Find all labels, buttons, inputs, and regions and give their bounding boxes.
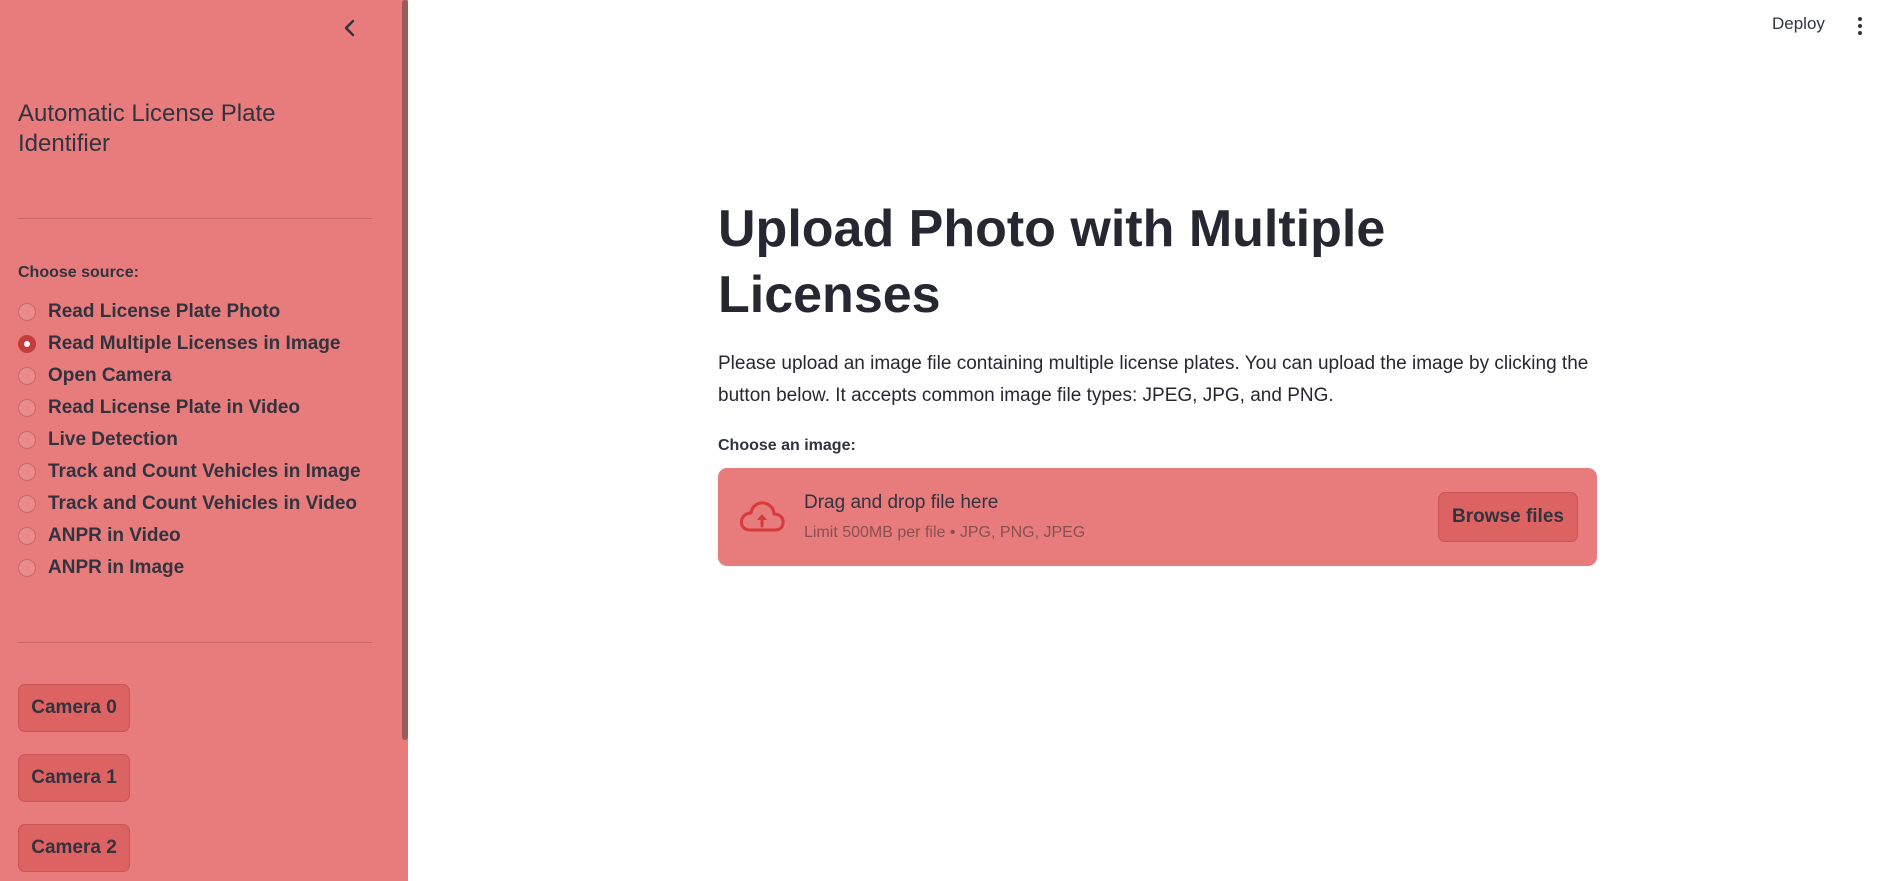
sidebar: Automatic License Plate Identifier Choos… bbox=[0, 0, 408, 881]
camera-0-button[interactable]: Camera 0 bbox=[18, 684, 130, 732]
file-dropzone[interactable]: Drag and drop file here Limit 500MB per … bbox=[718, 468, 1597, 566]
radio-button[interactable] bbox=[18, 527, 36, 545]
app-title: Automatic License Plate Identifier bbox=[18, 100, 276, 157]
source-option-label: Track and Count Vehicles in Video bbox=[48, 493, 358, 514]
source-option-label: Read Multiple Licenses in Image bbox=[48, 333, 341, 354]
camera-1-button[interactable]: Camera 1 bbox=[18, 754, 130, 802]
source-option[interactable]: Read License Plate Photo bbox=[18, 296, 361, 328]
source-option[interactable]: Read Multiple Licenses in Image bbox=[18, 328, 361, 360]
radio-button[interactable] bbox=[18, 431, 36, 449]
collapse-sidebar-button[interactable] bbox=[338, 14, 362, 42]
radio-button[interactable] bbox=[18, 367, 36, 385]
camera-2-button[interactable]: Camera 2 bbox=[18, 824, 130, 872]
radio-button[interactable] bbox=[18, 303, 36, 321]
chevron-left-icon bbox=[344, 19, 355, 37]
source-option-label: Read License Plate in Video bbox=[48, 397, 301, 418]
source-option[interactable]: Track and Count Vehicles in Image bbox=[18, 456, 361, 488]
cloud-upload-icon bbox=[739, 501, 785, 532]
uploader-label: Choose an image: bbox=[718, 437, 856, 454]
source-option-label: ANPR in Image bbox=[48, 557, 185, 578]
source-option[interactable]: ANPR in Image bbox=[18, 552, 361, 584]
radio-button[interactable] bbox=[18, 399, 36, 417]
source-option[interactable]: Read License Plate in Video bbox=[18, 392, 361, 424]
main-menu-button[interactable] bbox=[1850, 12, 1870, 40]
page-description: Please upload an image file containing m… bbox=[718, 353, 1589, 406]
dropzone-title: Drag and drop file here bbox=[804, 492, 999, 513]
radio-button[interactable] bbox=[18, 335, 36, 353]
sidebar-divider bbox=[18, 642, 372, 643]
radio-button[interactable] bbox=[18, 463, 36, 481]
source-option[interactable]: Open Camera bbox=[18, 360, 361, 392]
source-radio-group: Read License Plate Photo Read Multiple Li… bbox=[18, 296, 361, 584]
source-option[interactable]: ANPR in Video bbox=[18, 520, 361, 552]
source-option-label: Live Detection bbox=[48, 429, 178, 450]
dropzone-limit: Limit 500MB per file • JPG, PNG, JPEG bbox=[804, 524, 1086, 541]
page-title: Upload Photo with Multiple Licenses bbox=[718, 200, 1386, 324]
sidebar-divider bbox=[18, 218, 372, 219]
source-option-label: Open Camera bbox=[48, 365, 172, 386]
browse-files-button[interactable]: Browse files bbox=[1438, 492, 1578, 542]
sidebar-scrollbar[interactable] bbox=[402, 0, 408, 740]
source-option[interactable]: Track and Count Vehicles in Video bbox=[18, 488, 361, 520]
more-vertical-icon bbox=[1858, 17, 1862, 21]
deploy-button[interactable]: Deploy bbox=[1772, 14, 1825, 34]
radio-button[interactable] bbox=[18, 495, 36, 513]
source-option-label: Read License Plate Photo bbox=[48, 301, 281, 322]
source-option-label: ANPR in Video bbox=[48, 525, 181, 546]
source-option-label: Track and Count Vehicles in Image bbox=[48, 461, 361, 482]
source-label: Choose source: bbox=[18, 264, 139, 281]
source-option[interactable]: Live Detection bbox=[18, 424, 361, 456]
radio-button[interactable] bbox=[18, 559, 36, 577]
